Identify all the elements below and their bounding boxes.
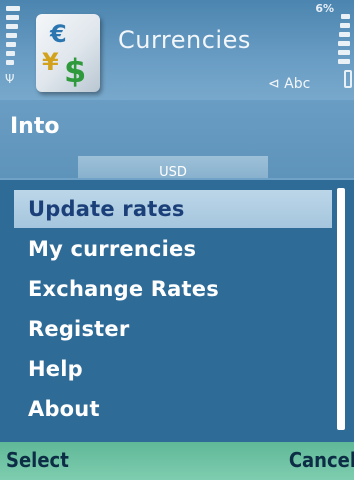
menu-scrollbar[interactable] bbox=[337, 188, 345, 430]
input-mode-indicator: ⊲ Abc bbox=[268, 76, 311, 92]
menu-item-help[interactable]: Help bbox=[14, 350, 332, 388]
into-currency-field[interactable]: USD bbox=[78, 156, 268, 180]
options-menu: Update rates My currencies Exchange Rate… bbox=[0, 178, 354, 444]
cancel-softkey[interactable]: Cancel bbox=[289, 448, 354, 472]
menu-item-exchange-rates[interactable]: Exchange Rates bbox=[14, 270, 332, 308]
euro-symbol: € bbox=[50, 20, 67, 48]
yen-symbol: ¥ bbox=[42, 48, 59, 76]
softkey-bar: Select Cancel bbox=[0, 442, 354, 480]
menu-item-my-currencies[interactable]: My currencies bbox=[14, 230, 332, 268]
signal-strength-icon bbox=[6, 6, 20, 74]
app-title: Currencies bbox=[118, 26, 251, 54]
antenna-icon: Ψ bbox=[5, 72, 15, 86]
header: Ψ 6% € ¥ $ Currencies ⊲ Abc bbox=[0, 0, 354, 100]
menu-item-update-rates[interactable]: Update rates bbox=[14, 190, 332, 228]
battery-icon bbox=[344, 70, 352, 88]
battery-indicator-text: 6% bbox=[315, 2, 334, 15]
into-label: Into bbox=[10, 114, 60, 139]
currency-icon: € ¥ $ bbox=[36, 14, 100, 92]
dollar-symbol: $ bbox=[64, 52, 87, 90]
menu-item-about[interactable]: About bbox=[14, 390, 332, 428]
battery-level-icon bbox=[338, 14, 350, 66]
menu-item-register[interactable]: Register bbox=[14, 310, 332, 348]
select-softkey[interactable]: Select bbox=[6, 448, 69, 472]
